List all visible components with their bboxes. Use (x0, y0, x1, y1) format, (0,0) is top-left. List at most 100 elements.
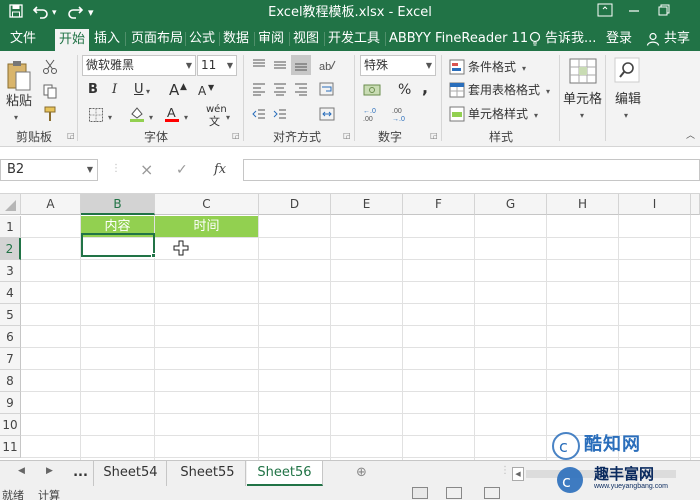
name-box[interactable]: B2 ▼ (0, 159, 98, 181)
tab-insert[interactable]: 插入 (90, 27, 124, 51)
font-color-icon[interactable]: A (164, 105, 180, 126)
underline-dropdown-icon[interactable]: ▾ (146, 83, 150, 101)
conditional-dropdown-icon[interactable]: ▾ (522, 60, 526, 78)
row-header[interactable]: 4 (0, 282, 21, 304)
tab-data[interactable]: 数据 (219, 27, 253, 51)
row-header[interactable]: 8 (0, 370, 21, 392)
bold-button[interactable]: B (88, 81, 98, 99)
table-dropdown-icon[interactable]: ▾ (546, 83, 550, 101)
format-as-table-button[interactable]: 套用表格格式 (468, 81, 540, 99)
tab-view[interactable]: 视图 (289, 27, 323, 51)
column-header[interactable] (691, 194, 700, 215)
tab-file[interactable]: 文件 (6, 27, 40, 51)
merge-center-icon[interactable] (318, 106, 338, 125)
font-size-select[interactable]: 11 ▼ (197, 55, 237, 76)
cut-icon[interactable] (42, 59, 58, 78)
more-sheets-button[interactable]: ... (68, 461, 94, 486)
collapse-ribbon-icon[interactable]: ︿ (686, 127, 695, 145)
clipboard-launcher-icon[interactable]: ◲ (67, 131, 75, 140)
next-sheet-icon[interactable]: ▶ (46, 466, 53, 476)
italic-button[interactable]: I (112, 81, 117, 99)
copy-icon[interactable] (42, 83, 58, 102)
font-color-dropdown-icon[interactable]: ▾ (184, 109, 188, 127)
cancel-button[interactable]: × (140, 161, 153, 179)
paste-button[interactable]: 粘贴 (6, 93, 32, 111)
conditional-format-button[interactable]: 条件格式 (468, 58, 516, 76)
sheet-tab[interactable]: Sheet54 (95, 461, 167, 486)
add-sheet-icon[interactable]: ⊕ (356, 465, 367, 480)
number-launcher-icon[interactable]: ◲ (430, 131, 438, 140)
cell-styles-dropdown-icon[interactable]: ▾ (534, 107, 538, 125)
tell-me-box[interactable]: 告诉我... (541, 27, 600, 51)
grow-font-button[interactable]: A (169, 81, 179, 99)
column-header[interactable]: H (547, 194, 619, 215)
column-header[interactable]: I (619, 194, 691, 215)
editing-dropdown-icon[interactable]: ▾ (624, 107, 628, 125)
row-header[interactable]: 5 (0, 304, 21, 326)
alignment-launcher-icon[interactable]: ◲ (343, 131, 351, 140)
prev-sheet-icon[interactable]: ◀ (18, 466, 25, 476)
format-painter-icon[interactable] (42, 106, 58, 125)
align-left-icon[interactable] (251, 81, 267, 100)
tab-page-layout[interactable]: 页面布局 (127, 27, 187, 51)
decrease-indent-icon[interactable] (251, 106, 267, 125)
column-header[interactable]: D (259, 194, 331, 215)
increase-decimal-icon[interactable]: ←.0.00 (363, 106, 383, 125)
underline-button[interactable]: U (134, 81, 144, 99)
comma-button[interactable]: , (422, 79, 428, 97)
accounting-icon[interactable] (363, 82, 385, 101)
find-icon[interactable] (614, 57, 640, 88)
sheet-tab-active[interactable]: Sheet56 (247, 461, 323, 486)
paste-dropdown-icon[interactable]: ▾ (14, 109, 18, 127)
restore-icon[interactable] (657, 3, 671, 23)
align-center-icon[interactable] (272, 81, 288, 100)
shrink-font-button[interactable]: A (198, 82, 206, 100)
tab-formulas[interactable]: 公式 (185, 27, 219, 51)
paste-icon[interactable] (6, 60, 32, 95)
cell-c1[interactable]: 时间 (155, 216, 258, 237)
wrap-text-icon[interactable] (318, 81, 338, 100)
orientation-icon[interactable]: ab (318, 57, 338, 76)
select-all-corner[interactable] (0, 194, 21, 215)
tab-developer[interactable]: 开发工具 (324, 27, 384, 51)
column-header[interactable]: F (403, 194, 475, 215)
row-header[interactable]: 6 (0, 326, 21, 348)
font-launcher-icon[interactable]: ◲ (232, 131, 240, 140)
page-break-view-icon[interactable] (484, 487, 500, 499)
borders-dropdown-icon[interactable]: ▾ (108, 109, 112, 127)
sign-in-link[interactable]: 登录 (602, 27, 636, 51)
column-header[interactable]: B (81, 194, 155, 215)
cells-icon[interactable] (568, 57, 598, 88)
enter-button[interactable]: ✓ (176, 161, 188, 179)
borders-icon[interactable] (88, 107, 104, 126)
fill-handle[interactable] (151, 253, 156, 258)
insert-function-button[interactable]: fx (214, 161, 226, 179)
selected-cell-b2[interactable] (81, 233, 155, 257)
number-format-select[interactable]: 特殊 ▼ (360, 55, 436, 76)
font-name-select[interactable]: 微软雅黑 ▼ (82, 55, 196, 76)
row-header[interactable]: 7 (0, 348, 21, 370)
split-handle-icon[interactable]: ⋮ (500, 465, 510, 476)
row-header[interactable]: 1 (0, 216, 21, 238)
page-layout-view-icon[interactable] (446, 487, 462, 499)
align-top-icon[interactable] (251, 57, 267, 76)
align-right-icon[interactable] (293, 81, 309, 100)
column-header[interactable]: G (475, 194, 547, 215)
align-middle-icon[interactable] (272, 57, 288, 76)
percent-button[interactable]: % (398, 81, 411, 99)
fill-color-dropdown-icon[interactable]: ▾ (149, 109, 153, 127)
row-header[interactable]: 2 (0, 238, 21, 260)
drag-handle-icon[interactable]: ⋮ (111, 163, 121, 174)
column-header[interactable]: A (21, 194, 81, 215)
sheet-tab[interactable]: Sheet55 (170, 461, 246, 486)
fill-color-icon[interactable] (128, 105, 146, 126)
column-header[interactable]: C (155, 194, 259, 215)
scroll-left-icon[interactable]: ◀ (512, 467, 524, 481)
minimize-icon[interactable] (627, 3, 641, 23)
tab-review[interactable]: 审阅 (254, 27, 288, 51)
tab-abbyy[interactable]: ABBYY FineReader 11 (385, 27, 532, 51)
normal-view-icon[interactable] (412, 487, 428, 499)
tab-home[interactable]: 开始 (55, 29, 90, 51)
row-header[interactable]: 3 (0, 260, 21, 282)
row-header[interactable]: 10 (0, 414, 21, 436)
